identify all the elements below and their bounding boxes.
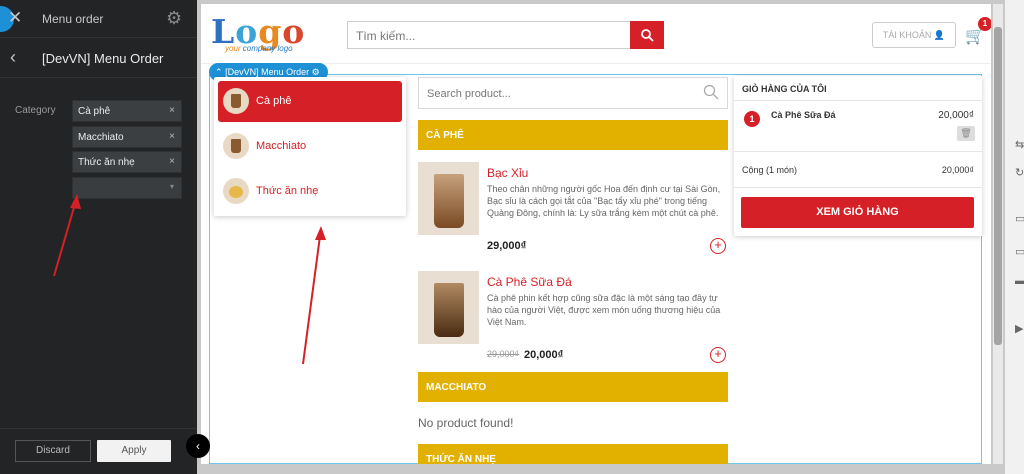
logo-tag-company: company logo (242, 44, 293, 53)
category-item[interactable]: Macchiato (218, 126, 402, 167)
annotation-arrow (53, 194, 81, 277)
category-label: Thức ăn nhẹ (256, 185, 319, 197)
editor-title: Menu order (42, 12, 104, 26)
editor-top-bar: ✕ Menu order ⚙ (0, 0, 197, 38)
product-old-price: 29,000₫ (487, 349, 520, 359)
chip-label: Macchiato (78, 132, 124, 143)
coffee-cup-icon (223, 133, 249, 159)
scrollbar-thumb[interactable] (994, 27, 1002, 345)
search-button[interactable] (630, 21, 664, 49)
editor-panel: ✕ Menu order ⚙ ‹ [DevVN] Menu Order Cate… (0, 0, 197, 474)
gear-icon[interactable]: ⚙ (312, 67, 320, 77)
chevron-left-icon[interactable]: ‹ (10, 47, 16, 68)
category-panel: Cà phê Macchiato Thức ăn nhẹ (214, 77, 406, 216)
remove-icon[interactable]: × (169, 131, 175, 142)
cart-count-badge: 1 (978, 17, 991, 31)
site-header: Logo your company logo Tìm kiếm... TÀI K… (201, 4, 991, 64)
product-search-input[interactable]: Search product... (418, 77, 728, 109)
remove-icon[interactable]: × (169, 105, 175, 116)
section-header: THỨC ĂN NHẸ (418, 444, 728, 464)
category-select[interactable]: ▾ (72, 177, 182, 199)
window-icon[interactable]: ▭ (1015, 212, 1024, 225)
preview-frame: Logo your company logo Tìm kiếm... TÀI K… (197, 0, 1005, 474)
chevron-down-icon: ▾ (169, 182, 174, 191)
widget-tag-label: [DevVN] Menu Order (225, 67, 310, 77)
editor-subtitle: [DevVN] Menu Order (42, 51, 164, 66)
cart-item-price: 20,000₫ (938, 110, 974, 121)
product-price: 29,000₫ (487, 240, 527, 252)
product-search-placeholder: Search product... (427, 88, 511, 100)
cart-title: GIỎ HÀNG CỦA TÔI (742, 84, 827, 94)
logo-tag-your: your (225, 44, 241, 53)
view-cart-button[interactable]: XEM GIỎ HÀNG (741, 197, 974, 228)
section-header: MACCHIATO (418, 372, 728, 402)
category-label: Category (15, 105, 56, 116)
category-chip: Thức ăn nhẹ × (72, 151, 182, 173)
category-label: Cà phê (256, 95, 292, 107)
cart-total-label: Cộng (1 món) (742, 165, 798, 175)
product-card: Bạc Xỉu Theo chân những người gốc Hoa đế… (418, 162, 728, 262)
category-label: Macchiato (256, 140, 307, 152)
empty-message: No product found! (418, 416, 514, 430)
swap-icon[interactable]: ⇆ (1015, 138, 1024, 151)
product-image (418, 271, 479, 344)
search-icon (703, 84, 719, 100)
cart-panel: GIỎ HÀNG CỦA TÔI 1 Cà Phê Sữa Đá 20,000₫… (734, 76, 982, 236)
coffee-cup-icon (223, 88, 249, 114)
product-description: Cà phê phin kết hợp cũng sữa đặc là một … (487, 293, 721, 327)
annotation-arrow (302, 226, 326, 365)
product-card: Cà Phê Sữa Đá Cà phê phin kết hợp cũng s… (418, 271, 728, 371)
window-icon[interactable]: ▭ (1015, 245, 1024, 258)
close-icon[interactable]: ✕ (8, 8, 22, 28)
collapse-panel-button[interactable]: ‹ (186, 434, 210, 458)
rotate-icon[interactable]: ↻ (1015, 166, 1024, 179)
chip-label: Cà phê (78, 106, 111, 117)
product-price: 20,000₫ (524, 349, 564, 361)
divider (734, 151, 982, 152)
divider (734, 100, 982, 101)
category-chip: Cà phê × (72, 100, 182, 122)
site-search-placeholder: Tìm kiếm... (356, 29, 416, 43)
cart-item-name: Cà Phê Sữa Đá (771, 110, 836, 120)
account-button[interactable]: TÀI KHOẢN 👤 (872, 22, 956, 48)
logo-tagline: your company logo (225, 44, 293, 53)
product-column: Search product... CÀ PHÊ Bạc Xỉu Theo ch… (418, 72, 728, 464)
remove-icon[interactable]: × (169, 156, 175, 167)
cart-total: 20,000₫ (941, 165, 974, 175)
trash-icon[interactable]: 🗑 (957, 126, 975, 141)
right-toolbar: ⇆ ↻ ▭ ▭ ▬ ▶ (1005, 0, 1024, 474)
site-page: Logo your company logo Tìm kiếm... TÀI K… (201, 4, 991, 464)
category-chip: Macchiato × (72, 126, 182, 148)
gear-icon[interactable]: ⚙ (166, 8, 182, 29)
editor-footer: Discard Apply (0, 428, 197, 474)
category-item[interactable]: Thức ăn nhẹ (218, 171, 402, 212)
category-item[interactable]: Cà phê (218, 81, 402, 122)
product-name[interactable]: Bạc Xỉu (487, 166, 528, 180)
product-image (418, 162, 479, 235)
discard-button[interactable]: Discard (15, 440, 91, 462)
editor-subheader: ‹ [DevVN] Menu Order (0, 38, 197, 78)
screen-icon[interactable]: ▬ (1015, 275, 1024, 287)
apply-button[interactable]: Apply (97, 440, 171, 462)
account-label: TÀI KHOẢN (882, 30, 932, 40)
add-to-cart-icon[interactable]: + (710, 347, 726, 363)
section-header: CÀ PHÊ (418, 120, 728, 150)
site-search-input[interactable]: Tìm kiếm... (347, 21, 630, 49)
play-icon[interactable]: ▶ (1015, 322, 1023, 335)
search-icon (641, 29, 654, 42)
product-description: Theo chân những người gốc Hoa đến định c… (487, 184, 721, 218)
chevron-up-icon[interactable]: ⌃ (215, 67, 223, 77)
chip-label: Thức ăn nhẹ (78, 157, 135, 168)
snack-icon (223, 178, 249, 204)
user-icon: 👤 (933, 30, 946, 40)
add-to-cart-icon[interactable]: + (710, 238, 726, 254)
product-name[interactable]: Cà Phê Sữa Đá (487, 275, 572, 289)
divider (734, 187, 982, 188)
cart-item-qty: 1 (744, 111, 760, 127)
